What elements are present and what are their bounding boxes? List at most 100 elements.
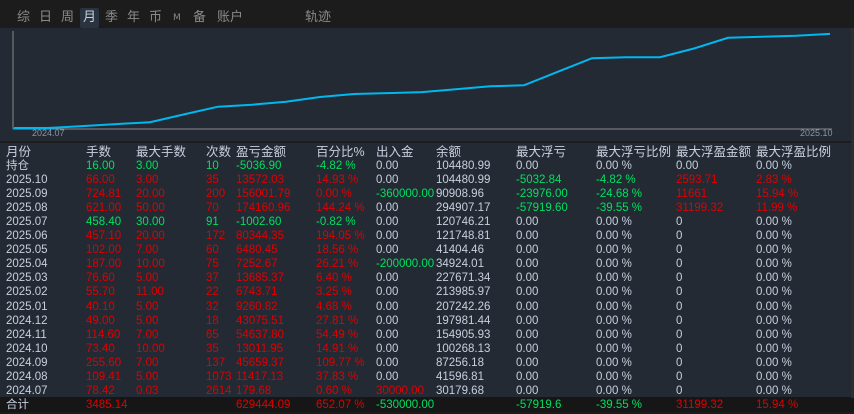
cell-月份: 2025.03	[6, 272, 48, 285]
cell-月份: 2024.09	[6, 356, 48, 369]
cell-月份: 2025.07	[6, 216, 48, 229]
table-row[interactable]: 2025.03 76.60 5.00 37 13685.37 6.40 % 0.00 2276…	[0, 271, 854, 285]
cell-最大浮亏比例: 0.00 %	[596, 160, 632, 172]
cell-最大浮亏: -57919.60	[516, 202, 568, 215]
table-row[interactable]: 2024.12 49.00 5.00 18 43075.51 27.81 % 0.00 197…	[0, 314, 854, 328]
cell-出入金: 0.00	[376, 244, 399, 257]
cell-月份: 2024.10	[6, 342, 48, 355]
cell-月份: 2024.12	[6, 314, 48, 327]
cell-最大浮盈金额: 0	[676, 272, 683, 285]
cell-百分比%: 54.49 %	[316, 328, 359, 341]
table-row[interactable]: 2025.08 621.00 50.00 70 174160.96 144.24 % 0.0…	[0, 201, 854, 215]
cell-百分比%: -4.82 %	[316, 160, 356, 172]
cell-最大浮亏比例: -39.55 %	[596, 202, 643, 215]
cell-最大浮盈金额: 2593.71	[676, 174, 718, 187]
cell-百分比%: 4.68 %	[316, 300, 352, 313]
tab-10[interactable]: 轨迹	[302, 8, 334, 28]
table-row[interactable]: 持仓 16.00 3.00 10 -5036.90 -4.82 % 0.00 104480.9…	[0, 159, 854, 173]
table-row[interactable]: 2025.06 457.10 20.00 172 80344.35 194.05 % 0.0…	[0, 229, 854, 243]
cell-最大手数: 最大手数	[136, 145, 187, 159]
total-row: 合计 3485.14 629444.09 652.07 % -530000.00 -579…	[0, 397, 854, 412]
cell-最大浮亏: 0.00	[516, 356, 539, 369]
cell-最大浮亏: 0.00	[516, 272, 539, 285]
cell-手数: 457.10	[86, 230, 122, 243]
cell-盈亏金额: 盈亏金额	[236, 145, 287, 159]
cell-盈亏金额: 9260.82	[236, 300, 278, 313]
table-row[interactable]: 2024.08 109.41 5.00 1073 11417.13 37.83 % 0.00…	[0, 370, 854, 384]
tab-2[interactable]: 周	[58, 8, 77, 28]
cell-最大手数: 7.00	[136, 328, 159, 341]
tab-6[interactable]: 币	[146, 8, 165, 28]
period-tabs: 综日周月季年币 M 备账户 轨迹	[0, 8, 854, 28]
cell-次数: 22	[206, 286, 219, 299]
table-row[interactable]: 2024.11 114.60 7.00 65 54637.80 54.49 % 0.00 15…	[0, 328, 854, 342]
cell-次数: 35	[206, 174, 219, 187]
tab-9[interactable]: 账户	[214, 8, 246, 28]
cell-余额: 104480.99	[436, 174, 491, 187]
cell-最大浮亏比例: 0.00 %	[596, 370, 632, 383]
tab-8[interactable]: 备	[190, 8, 209, 28]
cell-余额: 41596.81	[436, 370, 484, 383]
cell-百分比%: 37.83 %	[316, 370, 359, 383]
table-row[interactable]: 2025.10 66.00 3.00 35 13572.03 14.93 % 0.00 104…	[0, 173, 854, 187]
cell-最大手数: 5.00	[136, 370, 159, 383]
table-row[interactable]: 2025.01 40.10 5.00 32 9260.82 4.68 % 0.00 20724…	[0, 300, 854, 314]
tab-1[interactable]: 日	[36, 8, 55, 28]
table-header[interactable]: 月份 手数 最大手数 次数 盈亏金额 百分比% 出入金 余额 最大浮亏 最大浮亏比例 最大浮盈金额最…	[0, 145, 854, 159]
cell-手数: 手数	[86, 145, 112, 159]
cell-余额: 41404.46	[436, 244, 484, 257]
cell-最大浮亏比例: -24.68 %	[596, 188, 643, 201]
cell-手数: 458.40	[86, 216, 122, 229]
table-row[interactable]: 2024.09 255.60 7.00 137 45659.37 109.77 % 0.00…	[0, 356, 854, 370]
tab-7[interactable]: M	[170, 8, 184, 28]
cell-出入金: -360000.00	[376, 188, 435, 201]
cell-盈亏金额: 6480.45	[236, 244, 278, 257]
table-row[interactable]: 2025.07 458.40 30.00 91 -1002.60 -0.82 % 0.00 1…	[0, 215, 854, 229]
table-row[interactable]: 2025.02 55.70 11.00 22 6743.71 3.25 % 0.00 2139…	[0, 285, 854, 299]
cell-月份: 2025.01	[6, 300, 48, 313]
cell-最大浮盈比例: 2.83 %	[756, 174, 792, 187]
cell-盈亏金额: 45659.37	[236, 356, 284, 369]
cell-最大浮盈金额: 0	[676, 370, 683, 383]
cell-余额: 120746.21	[436, 216, 491, 229]
cell-百分比%: -0.82 %	[316, 216, 356, 229]
cell-最大手数: 50.00	[136, 202, 165, 215]
cell-次数: 1073	[206, 370, 232, 383]
cell-最大浮亏: 0.00	[516, 216, 539, 229]
cell-月份: 2025.10	[6, 174, 48, 187]
cell-手数: 16.00	[86, 160, 115, 172]
cell-最大浮亏: 0.00	[516, 370, 539, 383]
tab-5[interactable]: 年	[124, 8, 143, 28]
total-row-cells[interactable]: 合计 3485.14 629444.09 652.07 % -530000.00 -579…	[0, 398, 854, 412]
cell-最大浮盈比例: 0.00 %	[756, 244, 792, 257]
cell-手数: 49.00	[86, 314, 115, 327]
cell-次数: 91	[206, 216, 219, 229]
cell-月份: 月份	[6, 145, 32, 159]
cell-出入金: 出入金	[376, 145, 414, 159]
cell-手数: 3485.14	[86, 399, 128, 411]
cell-最大浮盈金额: 31199.32	[676, 202, 724, 215]
tab-4[interactable]: 季	[102, 8, 121, 28]
table-row[interactable]: 2024.10 73.40 10.00 35 13011.95 14.91 % 0.00 10…	[0, 342, 854, 356]
cell-最大浮盈金额: 0	[676, 342, 683, 355]
tab-3[interactable]: 月	[80, 8, 100, 28]
cell-最大浮盈金额: 最大浮盈金额	[676, 145, 752, 159]
cell-余额: 104480.99	[436, 160, 491, 172]
cell-最大浮盈金额: 0	[676, 328, 683, 341]
table-row[interactable]: 2025.09 724.81 20.00 200 156001.79 0.00 % -360…	[0, 187, 854, 201]
cell-次数: 18	[206, 314, 219, 327]
cell-出入金: 0.00	[376, 328, 399, 341]
cell-最大浮盈金额: 0	[676, 384, 683, 397]
cell-最大浮亏比例: 最大浮亏比例	[596, 145, 672, 159]
tab-0[interactable]: 综	[14, 8, 33, 28]
cell-最大手数: 7.00	[136, 244, 159, 257]
table-row[interactable]: 2025.04 187.00 10.00 75 7252.67 26.21 % -20000…	[0, 257, 854, 271]
cell-最大浮盈比例: 0.00 %	[756, 356, 792, 369]
cell-月份: 2025.02	[6, 286, 48, 299]
cell-月份: 2025.09	[6, 188, 48, 201]
cell-月份: 合计	[6, 399, 29, 411]
table-row[interactable]: 2024.07 78.42 0.03 2614 179.68 0.60 % 30000.00…	[0, 384, 854, 398]
table-row[interactable]: 2025.05 102.00 7.00 60 6480.45 18.56 % 0.00 414…	[0, 243, 854, 257]
cell-盈亏金额: 179.68	[236, 384, 272, 397]
cell-盈亏金额: 13685.37	[236, 272, 284, 285]
